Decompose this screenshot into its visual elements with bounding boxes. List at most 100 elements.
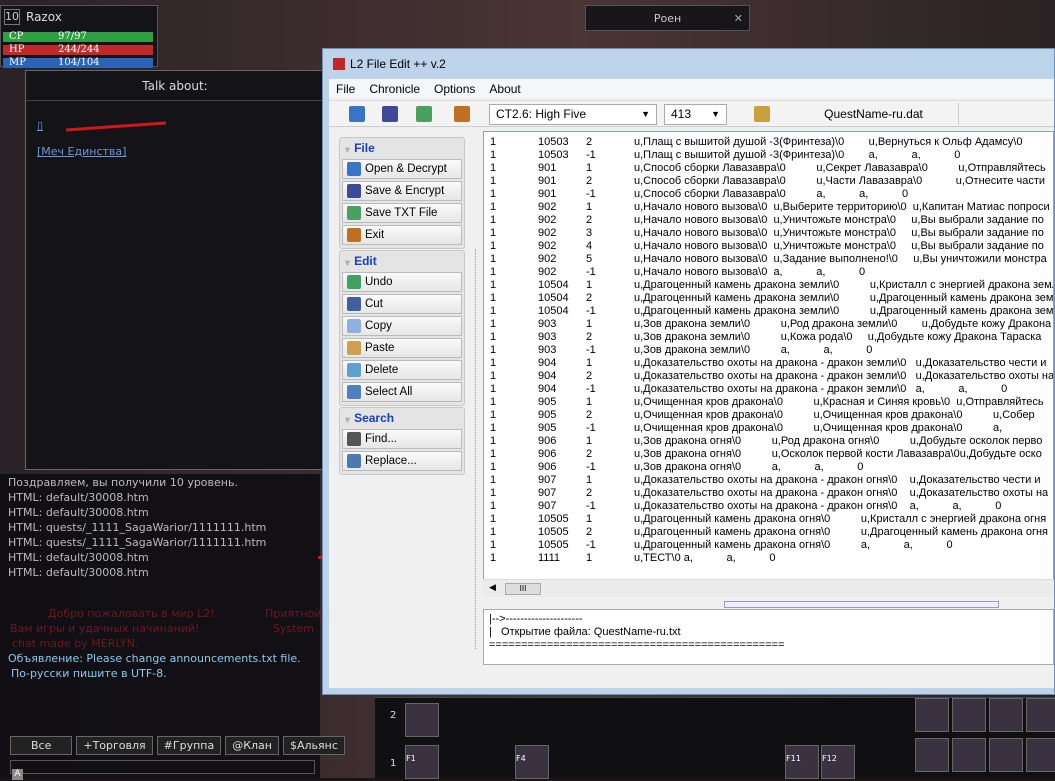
horizontal-scrollbar[interactable]: ◀ III <box>483 579 1054 597</box>
button-label: Save TXT File <box>365 207 438 219</box>
version-select[interactable]: 413 ▼ <box>664 104 727 125</box>
save-txt-button[interactable]: Save TXT File <box>342 203 462 223</box>
target-window: Роен ✕ <box>585 5 750 31</box>
quest-link-sword[interactable]: [Меч Единства] <box>37 145 126 158</box>
chat-tab-alliance[interactable]: $Альянс <box>283 736 345 755</box>
menu-slot[interactable] <box>952 738 986 772</box>
file-button[interactable]: QuestName-ru.dat <box>739 103 959 125</box>
find-button[interactable]: Find... <box>342 429 462 449</box>
cell: u,Доказательство охоты на дракона - драк… <box>634 474 1041 486</box>
cell: u,Доказательство охоты на дракона - драк… <box>634 357 1047 369</box>
cp-bar: CP 97/97 <box>3 32 153 42</box>
menu-file[interactable]: File <box>329 82 362 96</box>
scroll-thumb[interactable]: III <box>505 583 541 595</box>
menu-slot[interactable] <box>952 698 986 732</box>
hotkey-label: F12 <box>822 754 837 763</box>
menu-slot[interactable] <box>915 698 949 732</box>
cell: u,Драгоценный камень дракона земли\0 u,Д… <box>634 292 1054 304</box>
chat-tab-trade[interactable]: +Торговля <box>76 736 153 755</box>
talk-title: Talk about: <box>26 71 324 101</box>
cell: 1111 <box>538 552 561 564</box>
save-txt-icon[interactable] <box>416 106 432 122</box>
text-editor[interactable]: 1 10503 2 u,Плащ с вышитой душой -3(Фринтез… <box>483 131 1054 597</box>
menu-slot[interactable] <box>989 698 1023 732</box>
cell: u,Начало нового вызова\0 a, a, 0 <box>634 266 866 278</box>
app-icon <box>333 58 345 70</box>
cell: 1 <box>490 279 497 291</box>
cell: 904 <box>538 370 557 382</box>
skill-slot[interactable]: F4 <box>515 745 549 779</box>
cell: 906 <box>538 448 557 460</box>
save-icon[interactable] <box>382 106 398 122</box>
delete-button[interactable]: Delete <box>342 360 462 380</box>
skill-slot[interactable] <box>405 703 439 737</box>
chat-tab-all[interactable]: Все <box>10 736 73 755</box>
sidebar-header-file[interactable]: ⩔ File <box>342 139 462 157</box>
skill-slot[interactable]: F12 <box>821 745 855 779</box>
hp-bar: HP 244/244 <box>3 45 153 55</box>
copy-button[interactable]: Copy <box>342 316 462 336</box>
open-icon <box>347 162 361 176</box>
mp-label: MP <box>9 57 26 68</box>
cell: 1 <box>490 513 497 525</box>
menu-options[interactable]: Options <box>427 82 482 96</box>
cell: 2 <box>586 292 593 304</box>
cell: 2 <box>586 409 593 421</box>
open-icon[interactable] <box>349 106 365 122</box>
chronicle-select[interactable]: CT2.6: High Five ▼ <box>489 104 657 125</box>
skill-slot[interactable]: F1 <box>405 745 439 779</box>
cell: 1 <box>490 162 497 174</box>
select-all-button[interactable]: Select All <box>342 382 462 402</box>
collapse-icon: ⩔ <box>345 414 351 424</box>
cell: 1 <box>490 305 497 317</box>
scroll-left-icon[interactable]: ◀ <box>489 582 496 593</box>
cut-button[interactable]: Cut <box>342 294 462 314</box>
menu-slot[interactable] <box>1026 738 1055 772</box>
menu-chronicle[interactable]: Chronicle <box>362 82 427 96</box>
save-encrypt-button[interactable]: Save & Encrypt <box>342 181 462 201</box>
replace-button[interactable]: Replace... <box>342 451 462 471</box>
horizontal-splitter[interactable] <box>724 601 999 608</box>
replace-icon <box>347 454 361 468</box>
cell: u,Начало нового вызова\0 u,Уничтожьте мо… <box>634 214 1044 226</box>
open-decrypt-button[interactable]: Open & Decrypt <box>342 159 462 179</box>
chat-input[interactable]: A <box>10 760 315 780</box>
exit-icon[interactable] <box>454 106 470 122</box>
cell: 2 <box>586 370 593 382</box>
menu-slot[interactable] <box>915 738 949 772</box>
menu-slot[interactable] <box>1026 698 1055 732</box>
cell: 1 <box>490 539 497 551</box>
empty-quest-link[interactable]: ▯ <box>37 119 43 132</box>
hotkey-label: F4 <box>516 754 526 763</box>
panel-splitter[interactable] <box>475 249 481 649</box>
cell: 10504 <box>538 292 569 304</box>
exit-button[interactable]: Exit <box>342 225 462 245</box>
chat-line: HTML: default/30008.htm <box>8 551 149 564</box>
header-label: Search <box>354 411 395 425</box>
sidebar-header-edit[interactable]: ⩔ Edit <box>342 252 462 270</box>
cell: 1 <box>586 474 593 486</box>
chat-tab-party[interactable]: #Группа <box>156 736 222 755</box>
undo-button[interactable]: Undo <box>342 272 462 292</box>
chat-tab-clan[interactable]: @Клан <box>225 736 279 755</box>
cell: 902 <box>538 240 557 252</box>
cell: 1 <box>490 370 497 382</box>
cell: 1 <box>586 162 593 174</box>
chat-line: HTML: quests/_1111_SagaWarior/1111111.ht… <box>8 521 267 534</box>
save-icon <box>347 184 361 198</box>
cell: 1 <box>490 292 497 304</box>
cell: 1 <box>490 552 497 564</box>
cell: u,Доказательство охоты на дракона - драк… <box>634 370 1054 382</box>
menu-about[interactable]: About <box>482 82 527 96</box>
cell: 1 <box>586 318 593 330</box>
sidebar-header-search[interactable]: ⩔ Search <box>342 409 462 427</box>
cell: u,Очищенная кров дракона\0 u,Очищенная к… <box>634 409 1035 421</box>
close-icon[interactable]: ✕ <box>734 6 743 32</box>
menu-slot[interactable] <box>989 738 1023 772</box>
cell: 1 <box>490 448 497 460</box>
skill-slot[interactable]: F11 <box>785 745 819 779</box>
toolbar: CT2.6: High Five ▼ 413 ▼ QuestName-ru.dat <box>329 100 1054 127</box>
cell: 1 <box>490 318 497 330</box>
paste-button[interactable]: Paste <box>342 338 462 358</box>
cell: u,Драгоценный камень дракона огня\0 u,Кр… <box>634 513 1047 525</box>
